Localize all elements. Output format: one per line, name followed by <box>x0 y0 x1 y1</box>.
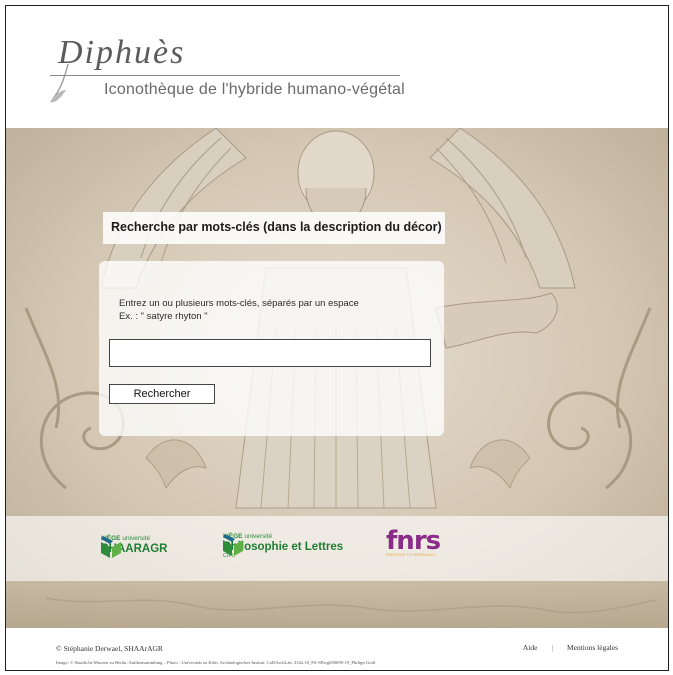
partner-uliege-shaaragr[interactable]: LIÈGE université SHAARAGR <box>101 535 167 558</box>
search-instruction: Entrez un ou plusieurs mots-clés, séparé… <box>119 298 359 309</box>
search-input[interactable] <box>109 339 431 367</box>
partner-uliege-philosophie[interactable]: LIÈGE université Philosophie et Lettres … <box>223 533 343 560</box>
search-title: Recherche par mots-clés (dans la descrip… <box>111 220 442 234</box>
partner-fnrs[interactable]: fnrs FREEDOM TO RESEARCH <box>386 526 441 558</box>
site-footer: © Stéphanie Derwael, SHAArAGR Image: © S… <box>6 628 668 670</box>
logo-title: Diphuès <box>58 34 186 71</box>
footer-image-credit: Image: © Staatliche Museen zu Berlin, An… <box>56 660 376 665</box>
footer-separator: | <box>551 643 553 652</box>
help-link[interactable]: Aide <box>523 643 538 652</box>
partner-top-suffix: université <box>122 535 151 542</box>
uliege-logo-icon <box>223 534 243 556</box>
fnrs-logo: fnrs <box>386 526 441 556</box>
search-panel: Entrez un ou plusieurs mots-clés, séparé… <box>99 261 444 436</box>
logo-subtitle: Iconothèque de l'hybride humano-végétal <box>104 81 405 98</box>
partner-logos: LIÈGE université SHAARAGR LIÈGE universi… <box>6 516 668 581</box>
partner-top-suffix: université <box>244 533 273 540</box>
footer-copyright: © Stéphanie Derwael, SHAArAGR <box>56 644 163 653</box>
fnrs-tagline: FREEDOM TO RESEARCH <box>386 553 436 557</box>
site-logo[interactable]: Diphuès Iconothèque de l'hybride humano-… <box>46 30 406 110</box>
search-button[interactable]: Rechercher <box>109 384 215 404</box>
legal-notice-link[interactable]: Mentions légales <box>567 643 618 652</box>
footer-nav: Aide | Mentions légales <box>523 643 618 652</box>
search-title-bar: Recherche par mots-clés (dans la descrip… <box>103 212 445 244</box>
hero-section: Recherche par mots-clés (dans la descrip… <box>6 128 668 628</box>
page-frame: Diphuès Iconothèque de l'hybride humano-… <box>5 5 669 671</box>
uliege-logo-icon <box>101 536 121 558</box>
logo-divider <box>50 75 400 76</box>
site-header: Diphuès Iconothèque de l'hybride humano-… <box>6 6 668 128</box>
search-example: Ex. : " satyre rhyton " <box>119 311 208 322</box>
